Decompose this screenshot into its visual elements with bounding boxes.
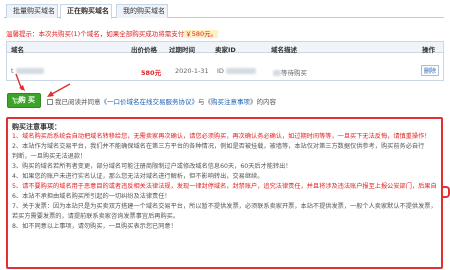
purchase-notice-link[interactable]: 购买注意事项 xyxy=(211,98,250,106)
arrow-head-buy xyxy=(19,85,25,91)
notice-list: 1、域名购买后系统会自动把域名转移给您，无需卖家再次确认，请您必须购买，再次确认… xyxy=(12,132,437,232)
domain-prefix: t xyxy=(11,67,14,75)
arrow-to-checkbox xyxy=(49,83,71,96)
cart-icon xyxy=(12,97,20,104)
notice-title: 购买注意事项： xyxy=(12,123,61,131)
seller-cell: ID xyxy=(217,67,257,75)
list-item: 3、购买的域名若所有者变更，部分域名可能注册商限制过户或修改域名信息60天，60… xyxy=(12,163,292,170)
tab-buying-now[interactable]: 正在购买域名 xyxy=(60,4,112,19)
header-description: 域名描述 xyxy=(271,46,297,54)
buy-label: 购 买 xyxy=(18,96,35,104)
header-expire: 过期时间 xyxy=(169,46,195,54)
tip-text: 本次共购买(1)个域名，如果全部购买成功将需支付 xyxy=(38,30,185,38)
purchase-tip: 温馨提示：本次共购买(1)个域名，如果全部购买成功将需支付￥580元。 xyxy=(6,28,219,38)
domain-redacted xyxy=(15,68,44,74)
purchase-notice-box: 购买注意事项： 1、域名购买后系统会自动把域名转移给您，无需卖家再次确认，请您必… xyxy=(6,117,443,269)
description-text: 等待购买 xyxy=(281,69,307,77)
header-seller: 卖家ID xyxy=(215,46,236,54)
table-header: 域名 出价价格 过期时间 卖家ID 域名描述 操作 xyxy=(7,42,443,54)
delete-button[interactable]: 删除 xyxy=(420,65,439,76)
header-action: 操作 xyxy=(422,46,435,54)
service-agreement-link[interactable]: 《一口价域名在线交易服务协议》 xyxy=(101,98,199,106)
side-annotation-mark xyxy=(443,186,450,198)
table-row: t 580元 2020-1-31 ID 等待购买 删除 xyxy=(7,64,443,78)
list-item: 1、域名购买后系统会自动把域名转移给您，无需卖家再次确认，请您必须购买，再次确认… xyxy=(12,133,431,140)
agree-mid: 与 xyxy=(198,98,205,106)
tab-my-purchases[interactable]: 我的购买域名 xyxy=(116,4,168,18)
list-item: 4、如果您的账户未进行实名认证，那么您无法对域名进行解析，但不影响转出，交易继续… xyxy=(12,173,264,180)
description-redacted xyxy=(273,70,281,76)
buy-button[interactable]: 购 买 xyxy=(7,93,41,108)
seller-prefix: ID xyxy=(217,67,224,75)
header-domain: 域名 xyxy=(11,46,24,54)
domain-cell: t xyxy=(11,67,44,75)
agree-suffix: 的内容 xyxy=(256,98,277,106)
agreement-line: 我已阅读并同意《一口价域名在线交易服务协议》与《购买注意事项》的内容 xyxy=(47,96,276,106)
header-price: 出价价格 xyxy=(131,46,157,54)
list-item: 8、如不同意以上事项，请勿购买，一旦购买表示您已同意！ xyxy=(12,223,177,230)
tab-bar: 批量购买域名 正在购买域名 我的购买域名 xyxy=(4,2,444,19)
expire-cell: 2020-1-31 xyxy=(175,67,209,75)
list-item: 7、关于发票：因为本站只是为买卖双方搭建一个域名交易平台，所以暂不提供发票，必须… xyxy=(12,203,437,210)
list-item: 6、本站不承担由域名购买所引起的一切纠纷及法律责任！ xyxy=(12,193,171,200)
list-item: 2、本站作为域名交易平台，我们并不能确保域名在第三方平台的各种情况，例如是否被挂… xyxy=(12,143,425,150)
cart-table: 域名 出价价格 过期时间 卖家ID 域名描述 操作 t 580元 2020-1-… xyxy=(6,41,444,81)
tip-amount: ￥580元。 xyxy=(184,30,219,38)
seller-redacted xyxy=(226,68,257,74)
tip-prefix: 温馨提示： xyxy=(6,30,39,38)
list-item: 若买方需要发票的，请提前联系卖家咨询发票事宜后再购买。 xyxy=(12,213,180,220)
description-cell: 等待购买 xyxy=(273,67,307,77)
agree-prefix: 我已阅读并同意 xyxy=(55,98,101,106)
list-item: 判断，一旦购买无法退款！ xyxy=(12,153,87,160)
price-cell: 580元 xyxy=(141,69,162,77)
list-item: 5、请不要购买的域名用于恶意目的或者违反相关法律法规，发现一律封停域名，封禁账户… xyxy=(12,183,437,190)
agree-checkbox[interactable] xyxy=(47,99,53,105)
tab-batch-buy[interactable]: 批量购买域名 xyxy=(6,4,58,18)
